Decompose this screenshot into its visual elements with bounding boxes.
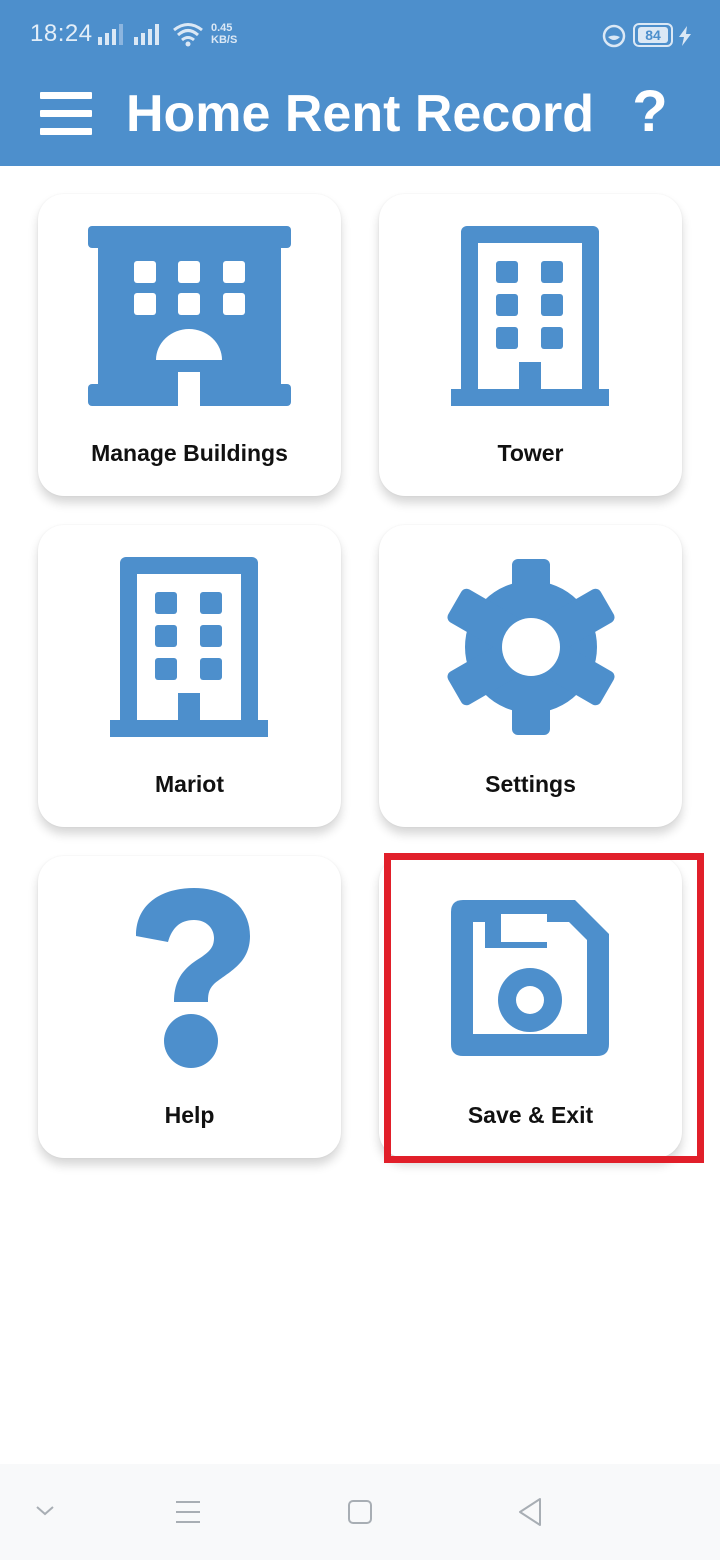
home-square-icon[interactable] <box>346 1492 374 1532</box>
floppy-disk-icon <box>451 900 609 1056</box>
tile-label: Settings <box>485 771 576 797</box>
header-bar: 18:24 0.45 KB/S 84 Home Rent Record ? <box>0 0 720 166</box>
tile-label: Save & Exit <box>467 1102 594 1128</box>
tile-tower[interactable]: Tower <box>379 194 682 496</box>
building-icon <box>110 557 268 737</box>
battery-icon: 84 <box>633 23 673 47</box>
app-bar: Home Rent Record ? <box>0 72 720 166</box>
app-title: Home Rent Record <box>125 85 595 143</box>
back-triangle-icon[interactable] <box>516 1492 544 1532</box>
tile-manage-buildings[interactable]: Manage Buildings <box>38 194 341 496</box>
tile-label: Help <box>164 1102 215 1128</box>
help-button[interactable]: ? <box>630 82 670 142</box>
menu-lines-icon[interactable] <box>174 1492 202 1532</box>
tile-label: Mariot <box>155 771 224 797</box>
tile-settings[interactable]: Settings <box>379 525 682 827</box>
chevron-down-icon[interactable] <box>34 1504 56 1518</box>
tile-mariot[interactable]: Mariot <box>38 525 341 827</box>
battery-level: 84 <box>638 27 668 43</box>
network-speed: 0.45 KB/S <box>211 22 238 46</box>
hotel-icon <box>88 226 291 408</box>
alarm-icon <box>602 24 626 48</box>
gear-icon <box>447 559 615 735</box>
signal-icon <box>98 24 123 45</box>
status-bar: 18:24 0.45 KB/S 84 <box>0 0 720 72</box>
signal-icon <box>134 24 159 45</box>
status-time: 18:24 <box>30 20 93 47</box>
charging-icon <box>679 26 691 46</box>
building-icon <box>451 226 609 406</box>
system-nav-bar <box>0 1464 720 1560</box>
tile-label: Manage Buildings <box>91 440 288 466</box>
tile-save-exit[interactable]: Save & Exit <box>379 856 682 1158</box>
tile-label: Tower <box>497 440 564 466</box>
question-mark-icon <box>136 888 250 1068</box>
tile-help[interactable]: Help <box>38 856 341 1158</box>
wifi-icon <box>173 23 203 47</box>
